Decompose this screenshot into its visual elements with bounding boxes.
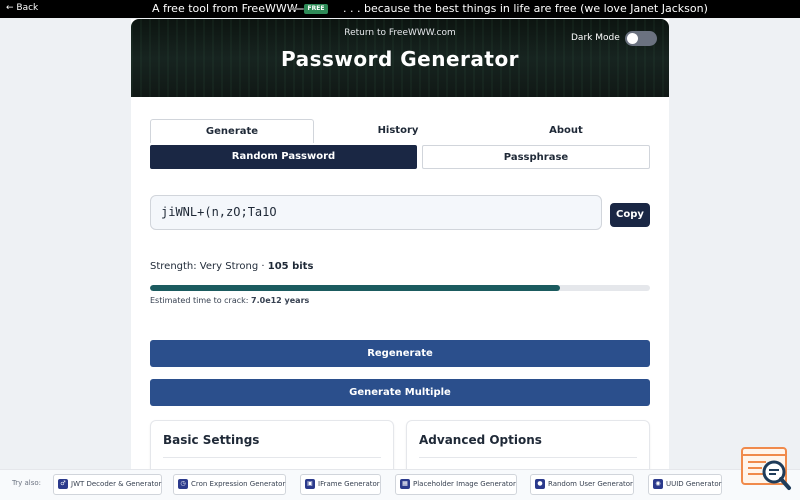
panel-divider (419, 457, 637, 458)
crack-value: 7.0e12 years (251, 296, 310, 305)
dark-mode-toggle[interactable] (625, 31, 657, 46)
copy-button[interactable]: Copy (610, 203, 650, 227)
key-icon: ♂ (58, 479, 68, 489)
tab-generate[interactable]: Generate (150, 119, 314, 143)
tagline-right: . . . because the best things in life ar… (343, 2, 708, 15)
chip-label: Cron Expression Generator (191, 480, 286, 488)
clock-icon: ◷ (178, 479, 188, 489)
main-tabs: Generate History About (150, 119, 650, 143)
tagline-left: A free tool from FreeWWW (152, 2, 298, 15)
try-also-bar: Try also: ♂ JWT Decoder & Generator ◷ Cron… (0, 469, 800, 500)
try-cron-generator[interactable]: ◷ Cron Expression Generator (173, 474, 287, 495)
subtab-passphrase[interactable]: Passphrase (422, 145, 650, 169)
crack-prefix: Estimated time to crack: (150, 296, 252, 305)
crack-time: Estimated time to crack: 7.0e12 years (150, 296, 309, 305)
advanced-options-title: Advanced Options (419, 433, 542, 447)
announcement-bar: ← Back A free tool from FreeWWW FREE . .… (0, 0, 800, 18)
generate-multiple-button[interactable]: Generate Multiple (150, 379, 650, 406)
badge-line (290, 8, 304, 10)
chip-label: IFrame Generator (318, 480, 380, 488)
chip-label: JWT Decoder & Generator (71, 480, 162, 488)
try-placeholder-image[interactable]: ▦ Placeholder Image Generator (395, 474, 517, 495)
image-icon: ▦ (400, 479, 410, 489)
strength-prefix: Strength: Very Strong · (150, 261, 268, 272)
strength-bar (150, 285, 650, 291)
strength-bits: 105 bits (267, 261, 314, 272)
frame-icon: ▣ (305, 479, 315, 489)
try-random-user[interactable]: ● Random User Generator (530, 474, 634, 495)
site-logo-icon[interactable] (740, 446, 792, 492)
toggle-knob (627, 33, 638, 44)
try-iframe-generator[interactable]: ▣ IFrame Generator (300, 474, 381, 495)
subtab-random-password[interactable]: Random Password (150, 145, 417, 169)
page-title: Password Generator (280, 47, 520, 71)
panel-divider (163, 457, 381, 458)
try-also-label: Try also: (12, 479, 42, 487)
user-icon: ● (535, 479, 545, 489)
strength-label: Strength: Very Strong · 105 bits (150, 261, 313, 272)
chip-label: Placeholder Image Generator (413, 480, 516, 488)
fingerprint-icon: ◉ (653, 479, 663, 489)
try-jwt-decoder[interactable]: ♂ JWT Decoder & Generator (53, 474, 163, 495)
dark-mode-label: Dark Mode (571, 33, 620, 43)
chip-label: UUID Generator (666, 480, 722, 488)
generator-card: Return to FreeWWW.com Password Generator… (131, 19, 669, 489)
try-uuid-generator[interactable]: ◉ UUID Generator (648, 474, 723, 495)
chip-label: Random User Generator (548, 480, 633, 488)
regenerate-button[interactable]: Regenerate (150, 340, 650, 367)
hero-header: Return to FreeWWW.com Password Generator… (131, 19, 669, 97)
free-badge-icon: FREE (290, 4, 328, 14)
password-output[interactable]: jiWNL+(n,zO;Ta1O (150, 195, 602, 230)
basic-settings-title: Basic Settings (163, 433, 260, 447)
tab-history[interactable]: History (314, 119, 482, 143)
badge-pill: FREE (304, 4, 328, 14)
tab-about[interactable]: About (482, 119, 650, 143)
strength-bar-fill (150, 285, 560, 291)
back-link[interactable]: ← Back (6, 3, 38, 13)
